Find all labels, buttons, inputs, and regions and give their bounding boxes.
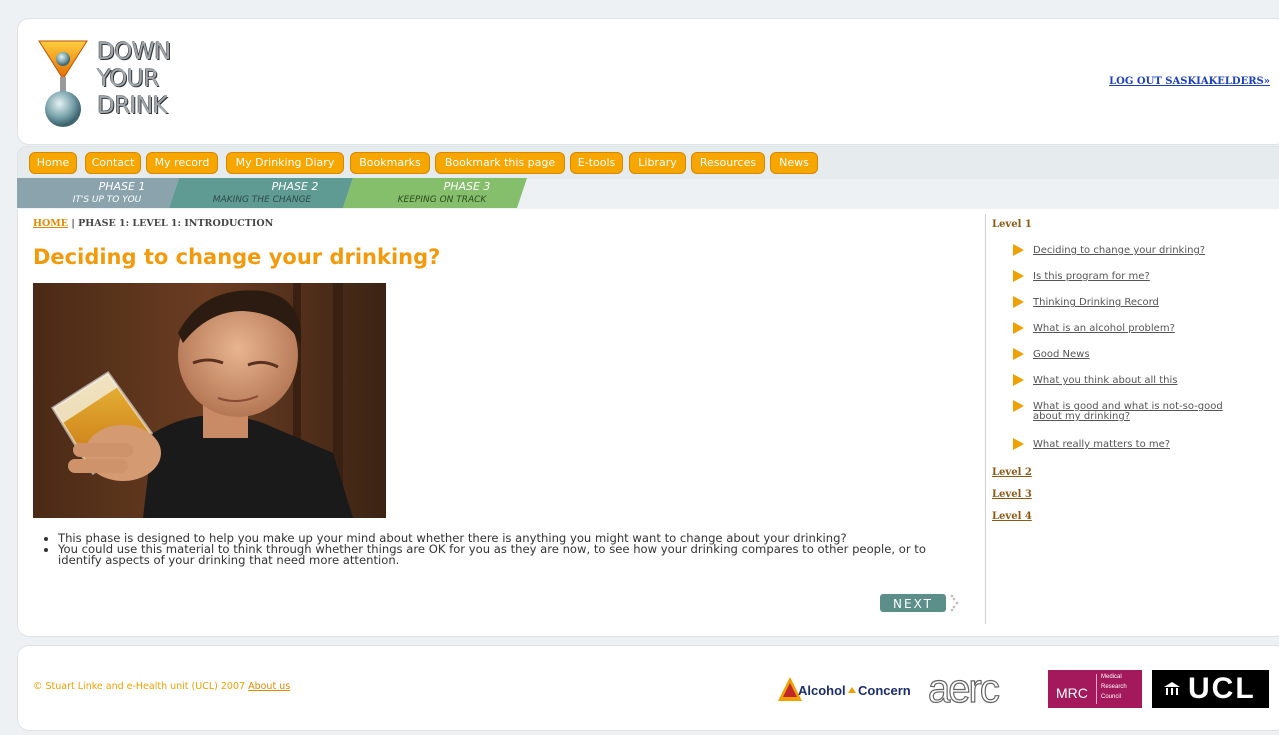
nav-bookmarks[interactable]: Bookmarks — [350, 152, 430, 174]
level-1-heading: Level 1 — [992, 219, 1032, 230]
next-label: NEXT — [893, 597, 933, 611]
logo-glass-icon — [38, 40, 88, 127]
triangle-arrow-icon — [1013, 400, 1024, 412]
phase-2-subtitle: MAKING THE CHANGE — [213, 195, 312, 205]
logo-text: DOWN YOUR DRINK — [97, 39, 171, 119]
aerc-logo[interactable]: aerc — [928, 672, 1046, 706]
triangle-arrow-icon — [1013, 374, 1024, 386]
nav-e-tools[interactable]: E-tools — [570, 152, 623, 174]
nav-my-record[interactable]: My record — [146, 152, 218, 174]
phase-3-subtitle: KEEPING ON TRACK — [398, 195, 488, 205]
phase-2-title: PHASE 2 — [272, 180, 319, 193]
ucl-portico-icon — [1164, 682, 1180, 695]
nav-resources[interactable]: Resources — [691, 152, 765, 174]
triangle-arrow-icon — [1013, 438, 1024, 450]
svg-text:Concern: Concern — [858, 683, 911, 698]
nav-bookmark-this-page[interactable]: Bookmark this page — [435, 152, 565, 174]
copyright-text: © Stuart Linke and e-Health unit (UCL) 2… — [33, 681, 291, 692]
svg-text:Alcohol: Alcohol — [798, 683, 846, 698]
phase-3-title: PHASE 3 — [444, 180, 491, 193]
nav-library[interactable]: Library — [629, 152, 686, 174]
photo-illustration — [33, 283, 386, 518]
breadcrumb-current: PHASE 1: LEVEL 1: INTRODUCTION — [78, 218, 274, 229]
mrc-logo[interactable]: MRC Medical Research Council — [1048, 670, 1142, 708]
page-title: Deciding to change your drinking? — [33, 245, 441, 269]
nav-contact[interactable]: Contact — [85, 152, 141, 174]
man-with-beer-photo — [33, 283, 386, 518]
alcohol-concern-logo[interactable]: Alcohol Concern — [776, 675, 920, 705]
triangle-arrow-icon — [1013, 322, 1024, 334]
next-arrow-icon: NEXT — [880, 594, 959, 612]
triangle-arrow-icon — [1013, 244, 1024, 256]
level-4-link[interactable]: Level 4 — [992, 511, 1032, 522]
level-navigation-sidebar: Level 1 Deciding to change your drinking… — [985, 214, 1275, 624]
down-your-drink-logo[interactable]: DOWN YOUR DRINK — [37, 39, 197, 131]
triangle-arrow-icon — [1013, 348, 1024, 360]
phase-1-subtitle: IT'S UP TO YOU — [73, 195, 142, 205]
nav-my-drinking-diary[interactable]: My Drinking Diary — [226, 152, 344, 174]
logout-link[interactable]: LOG OUT SASKIAKELDERS» — [1109, 76, 1270, 87]
breadcrumb-home-link[interactable]: HOME — [33, 218, 68, 229]
breadcrumb: HOME | PHASE 1: LEVEL 1: INTRODUCTION — [33, 218, 274, 229]
triangle-arrow-icon — [1013, 296, 1024, 308]
next-button[interactable]: NEXT — [880, 592, 959, 612]
nav-home[interactable]: Home — [29, 152, 77, 174]
triangle-arrow-icon — [1013, 270, 1024, 282]
phase-tabs: PHASE 1 IT'S UP TO YOU PHASE 2 MAKING TH… — [17, 178, 527, 208]
nav-news[interactable]: News — [770, 152, 818, 174]
header: DOWN YOUR DRINK LOG OUT SASKIAKELDERS» — [17, 18, 1279, 145]
level-2-link[interactable]: Level 2 — [992, 467, 1032, 478]
about-us-link[interactable]: About us — [248, 681, 290, 692]
list-item: You could use this material to think thr… — [58, 543, 958, 566]
level-3-link[interactable]: Level 3 — [992, 489, 1032, 500]
svg-text:aerc: aerc — [928, 672, 999, 706]
intro-bullet-list: This phase is designed to help you make … — [58, 532, 958, 566]
ucl-logo[interactable]: UCL — [1152, 670, 1269, 708]
phase-1-title: PHASE 1 — [99, 180, 146, 193]
